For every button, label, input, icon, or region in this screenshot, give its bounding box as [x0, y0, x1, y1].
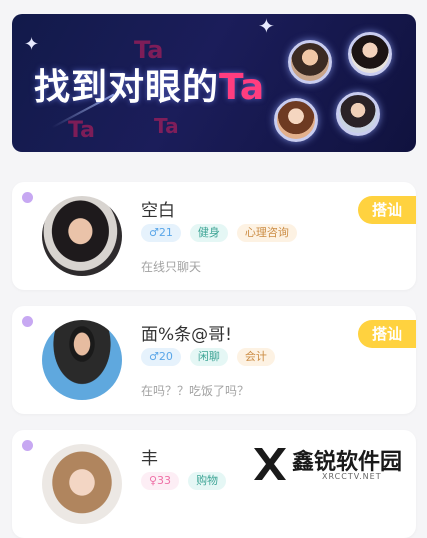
user-avatar[interactable] — [42, 320, 122, 400]
interest-tag: 会计 — [236, 348, 275, 366]
greet-button[interactable]: 搭讪 — [358, 320, 416, 348]
banner-avatar[interactable] — [348, 32, 392, 76]
site-watermark: 鑫锐软件园 XRCCTV.NET — [248, 440, 423, 488]
interest-tag: 心理咨询 — [236, 224, 297, 242]
user-tags: ♂20 闲聊 会计 — [141, 348, 275, 366]
sparkle-icon: ✦ — [258, 14, 275, 38]
banner-headline-text: 找到对眼的 — [34, 67, 220, 108]
user-card[interactable]: 空白 ♂21 健身 心理咨询 在线只聊天 搭讪 — [12, 182, 416, 290]
banner-avatar[interactable] — [274, 98, 318, 142]
promo-banner[interactable]: Ta Ta Ta ✦ ✦ 找到对眼的Ta — [12, 14, 416, 152]
user-status: 在吗？？吃饭了吗？ — [141, 384, 250, 398]
user-name: 丰 — [141, 449, 158, 469]
banner-avatar[interactable] — [336, 92, 380, 136]
online-dot — [22, 316, 33, 327]
watermark-domain: XRCCTV.NET — [322, 472, 382, 481]
user-tags: ♂21 健身 心理咨询 — [141, 224, 297, 242]
age-badge: ♂21 — [141, 224, 181, 242]
user-name: 面%条@哥! — [141, 325, 232, 345]
age-badge: ♀33 — [141, 472, 180, 490]
user-status: 在线只聊天 — [141, 260, 202, 274]
interest-tag: 购物 — [188, 472, 227, 490]
banner-decor-ta: Ta — [154, 114, 179, 138]
banner-avatar[interactable] — [288, 40, 332, 84]
user-name: 空白 — [141, 201, 175, 221]
banner-decor-ta: Ta — [68, 118, 96, 143]
interest-tag: 闲聊 — [189, 348, 228, 366]
banner-headline: 找到对眼的Ta — [34, 58, 265, 110]
sparkle-icon: ✦ — [24, 34, 40, 55]
user-tags: ♀33 购物 — [141, 472, 227, 490]
banner-headline-accent: Ta — [219, 67, 266, 108]
online-dot — [22, 440, 33, 451]
user-card[interactable]: 面%条@哥! ♂20 闲聊 会计 在吗？？吃饭了吗？ 搭讪 — [12, 306, 416, 414]
watermark-logo-icon — [254, 448, 286, 480]
user-avatar[interactable] — [42, 444, 122, 524]
greet-button[interactable]: 搭讪 — [358, 196, 416, 224]
interest-tag: 健身 — [189, 224, 228, 242]
user-avatar[interactable] — [42, 196, 122, 276]
online-dot — [22, 192, 33, 203]
age-badge: ♂20 — [141, 348, 181, 366]
